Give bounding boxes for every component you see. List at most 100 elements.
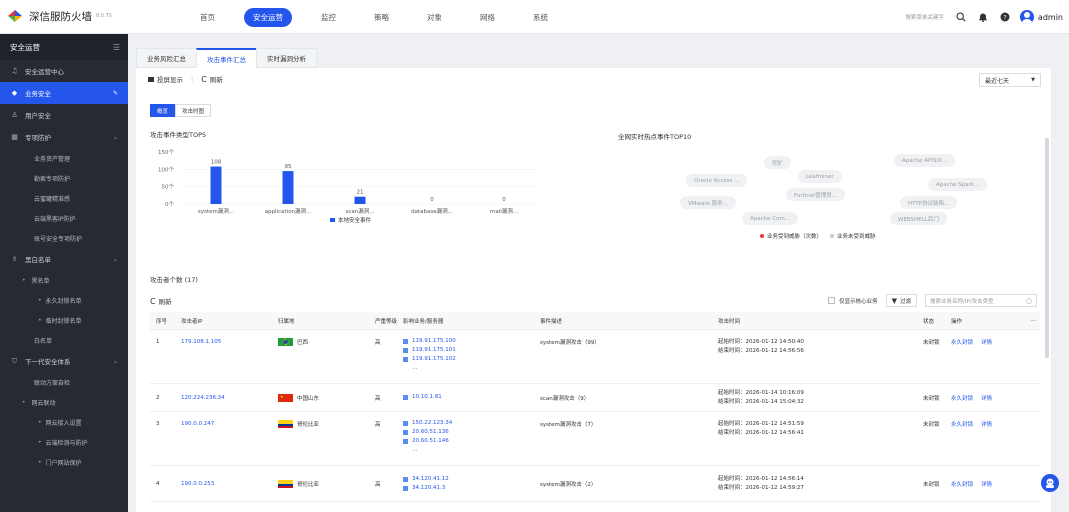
location: ★ 中国山东: [278, 393, 320, 402]
attacker-ip-link[interactable]: 190.0.0.253: [175, 466, 272, 501]
time-range-select[interactable]: 最近七天 ▼: [979, 73, 1041, 87]
more-icon[interactable]: ···: [1025, 318, 1040, 324]
hot-event-tag[interactable]: Oracle Access ...: [686, 174, 748, 187]
sidebar-item-special-protection[interactable]: ▦ 专项防护 ⌄: [0, 126, 128, 148]
sidebar-subitem-ransomware[interactable]: 勒索专项防护: [0, 168, 128, 188]
more-servers[interactable]: ...: [403, 446, 534, 454]
details-button[interactable]: 详情: [981, 338, 992, 346]
nav-policy[interactable]: 策略: [374, 12, 389, 23]
sidebar-subitem-whitelist[interactable]: 白名单: [0, 330, 128, 350]
hot-event-tag[interactable]: WEBSHELL后门: [890, 212, 947, 225]
avatar[interactable]: [1019, 10, 1034, 24]
vertical-scrollbar[interactable]: [1045, 138, 1049, 358]
core-only-checkbox[interactable]: [828, 297, 836, 304]
nav-monitor[interactable]: 监控: [321, 12, 336, 23]
hot-event-tag[interactable]: Apache Spark...: [928, 178, 988, 191]
nav-system[interactable]: 系统: [533, 12, 548, 23]
attacker-ip-link[interactable]: 179.108.1.105: [175, 330, 272, 354]
help-icon[interactable]: ?: [998, 10, 1012, 24]
legend-threat-dot: [760, 234, 764, 238]
sidebar-subitem-honeypot[interactable]: 云蜜罐精准感: [0, 188, 128, 208]
sidebar-subitem-netcloud[interactable]: 网云联动: [0, 392, 128, 412]
x-tick-label: scan漏洞...: [346, 207, 375, 215]
assistant-float-button[interactable]: [1041, 474, 1059, 492]
sidebar-subitem-asset-mgmt[interactable]: 业务资产管理: [0, 148, 128, 168]
sidebar-subitem-portal-protect[interactable]: 门户网站保护: [0, 452, 128, 472]
nav-security-ops[interactable]: 安全运营: [244, 7, 292, 27]
server-link[interactable]: 34.120.41.3: [403, 484, 534, 493]
view-overview-button[interactable]: 概览: [150, 104, 176, 117]
cloud-legend: 业务受到威胁（次数） 业务未受到威胁: [760, 232, 876, 240]
legend-label: 本地安全事件: [338, 216, 372, 224]
more-servers[interactable]: ...: [403, 364, 534, 372]
sidebar-subitem-cloud-detect[interactable]: 云端检测与防护: [0, 432, 128, 452]
refresh-button[interactable]: 刷新: [210, 74, 223, 84]
username[interactable]: admin: [1038, 13, 1063, 22]
server-link[interactable]: 20.60.51.136: [403, 428, 534, 437]
screen-display-button[interactable]: 投屏显示: [157, 74, 183, 84]
sidebar-item-ops-center[interactable]: ♫ 安全运营中心: [0, 60, 128, 82]
bell-icon[interactable]: [976, 10, 990, 24]
server-link[interactable]: 34.120.41.12: [403, 475, 534, 484]
details-button[interactable]: 详情: [981, 480, 992, 488]
table-row: 4 190.0.0.253 哥伦比亚 高 34.120.41.12 34.120…: [150, 466, 1040, 502]
hot-event-tag[interactable]: Apache APISIX...: [894, 154, 956, 167]
shield-check-icon: ⛉: [11, 356, 18, 365]
x-tick-label: application漏洞...: [265, 207, 312, 215]
hot-event-tag[interactable]: VMware 服务...: [680, 196, 736, 209]
pin-icon[interactable]: ✎: [113, 90, 118, 97]
logo[interactable]: 深信服防火墙 8.0.75: [6, 8, 112, 24]
row-no: 1: [156, 339, 160, 345]
server-link[interactable]: 119.91.175.102: [403, 355, 534, 364]
sidebar-subitem-blacklist[interactable]: 黑名单: [0, 270, 128, 290]
tab-business-risk[interactable]: 业务风险汇总: [136, 48, 197, 68]
sidebar-item-business-security[interactable]: ◆ 业务安全 ✎: [0, 82, 128, 104]
row-actions: 永久封锁 详情: [945, 412, 1025, 436]
col-servers: 影响业务/服务器: [403, 318, 444, 325]
sidebar-subitem-access-settings[interactable]: 网云接入设置: [0, 412, 128, 432]
sidebar-subitem-selfcheck[interactable]: 联动方案自检: [0, 372, 128, 392]
sidebar-subitem-account-security[interactable]: 账号安全专项防护: [0, 228, 128, 248]
tab-attack-events[interactable]: 攻击事件汇总: [196, 48, 257, 68]
hot-event-tag[interactable]: 挖矿: [764, 156, 792, 169]
top-bar: 深信服防火墙 8.0.75 首页 安全运营 监控 策略 对象 网络 系统 搜索菜…: [0, 0, 1069, 34]
view-attack-graph-button[interactable]: 攻击时图: [175, 104, 212, 117]
bar: [210, 166, 222, 204]
sidebar-subitem-hacker-ip[interactable]: 云端黑客IP防护: [0, 208, 128, 228]
sidebar-item-blackwhite-list[interactable]: ♗ 黑白名单 ⌄: [0, 248, 128, 270]
server-link[interactable]: 150.22.123.34: [403, 419, 534, 428]
bar: [282, 171, 294, 204]
details-button[interactable]: 详情: [981, 420, 992, 428]
status: 未封锁: [923, 422, 940, 428]
permanent-block-button[interactable]: 永久封锁: [951, 480, 973, 488]
collapse-icon[interactable]: ☰: [113, 43, 120, 52]
nav-home[interactable]: 首页: [200, 12, 215, 23]
hot-event-tag[interactable]: Leafminer: [798, 170, 842, 183]
server-link[interactable]: 10.10.1.81: [403, 393, 442, 402]
table-refresh[interactable]: C 刷新: [150, 296, 172, 306]
sidebar-item-user-security[interactable]: ♙ 用户安全: [0, 104, 128, 126]
hot-event-tag[interactable]: Apache Com...: [742, 212, 799, 225]
attacker-ip-link[interactable]: 120.224.236.34: [175, 384, 272, 411]
sidebar-item-next-gen[interactable]: ⛉ 下一代安全体系 ⌄: [0, 350, 128, 372]
hot-event-tag[interactable]: Fortinet管理员...: [786, 188, 846, 201]
search-icon[interactable]: [954, 10, 968, 24]
sidebar-subitem-permanent-block[interactable]: 永久封锁名单: [0, 290, 128, 310]
attacker-ip-link[interactable]: 190.0.0.247: [175, 412, 272, 436]
nav-network[interactable]: 网络: [480, 12, 495, 23]
row-no: 2: [156, 394, 160, 401]
sidebar-subitem-temp-block[interactable]: 临时封锁名单: [0, 310, 128, 330]
filter-button[interactable]: ▼ 过滤: [885, 294, 917, 307]
server-link[interactable]: 20.60.51.146: [403, 437, 534, 446]
permanent-block-button[interactable]: 永久封锁: [951, 338, 973, 346]
details-button[interactable]: 详情: [981, 394, 992, 402]
permanent-block-button[interactable]: 永久封锁: [951, 394, 973, 402]
permanent-block-button[interactable]: 永久封锁: [951, 420, 973, 428]
hot-event-tag[interactable]: HTTP协议缺陷...: [900, 196, 958, 209]
nav-object[interactable]: 对象: [427, 12, 442, 23]
tab-vuln-analysis[interactable]: 实时漏洞分析: [256, 48, 317, 68]
table-search-input[interactable]: 搜索业务名称/IP/攻击类型 ○: [925, 294, 1037, 307]
menu-search-input[interactable]: 搜索菜单关键字: [905, 13, 944, 21]
server-link[interactable]: 119.91.175.100: [403, 337, 534, 346]
server-link[interactable]: 119.91.175.101: [403, 346, 534, 355]
